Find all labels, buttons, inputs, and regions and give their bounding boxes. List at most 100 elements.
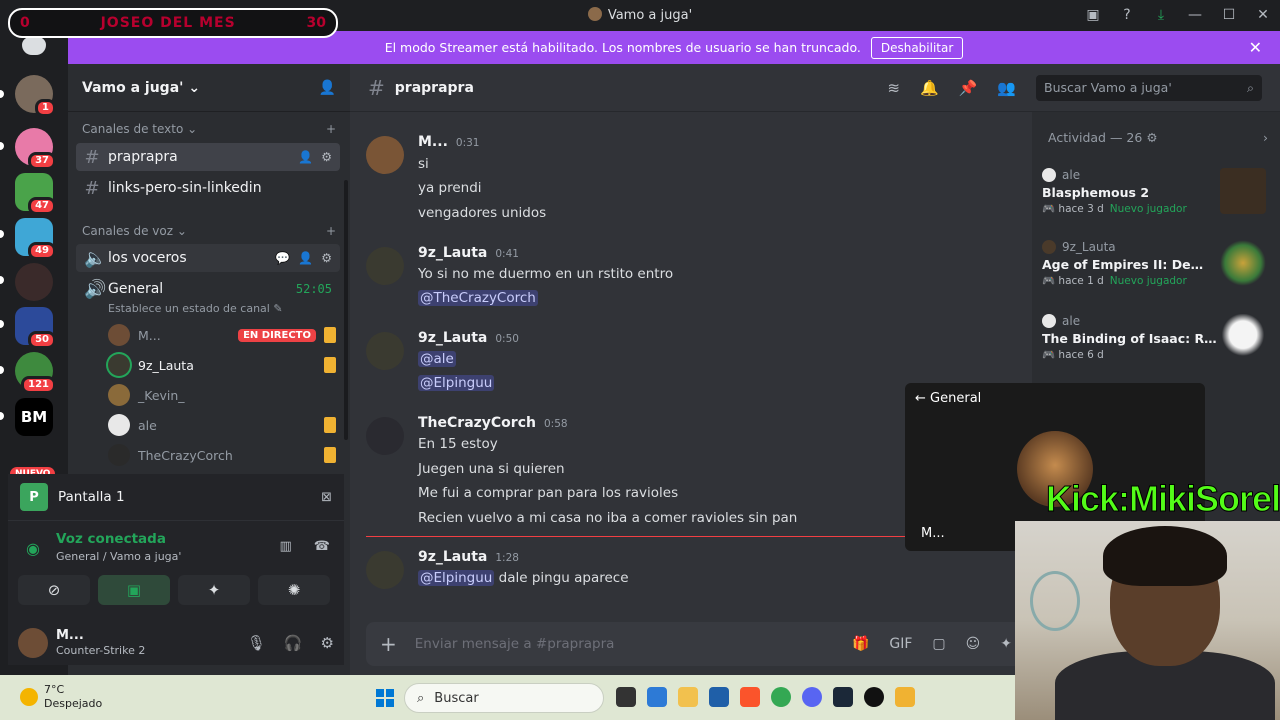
- sticker-icon[interactable]: ▢: [932, 636, 945, 652]
- server-icon[interactable]: BM: [15, 398, 53, 436]
- popout-back[interactable]: ← General: [915, 391, 981, 406]
- user-info[interactable]: M... Counter-Strike 2: [56, 628, 145, 658]
- camera-off-button[interactable]: ⊘: [18, 575, 90, 605]
- server-icon[interactable]: 37: [15, 128, 56, 170]
- avatar[interactable]: [18, 627, 48, 658]
- discord-icon[interactable]: [802, 687, 822, 707]
- maximize-icon[interactable]: ☐: [1212, 7, 1246, 23]
- steam-icon[interactable]: [833, 687, 853, 707]
- disconnect-icon[interactable]: ☎: [314, 539, 330, 554]
- server-icon[interactable]: 49: [15, 218, 56, 260]
- members-icon[interactable]: 👥: [997, 79, 1016, 97]
- apps-icon[interactable]: ✦: [1000, 636, 1012, 652]
- avatar[interactable]: [366, 551, 404, 589]
- stop-stream-icon[interactable]: ⊠: [321, 490, 332, 505]
- gif-icon[interactable]: GIF: [889, 636, 912, 652]
- disable-streamer-button[interactable]: Deshabilitar: [870, 36, 964, 59]
- message-mention[interactable]: @Elpinguu: [418, 375, 495, 391]
- voice-channel-general[interactable]: 🔊 General 52:05: [76, 275, 340, 303]
- discord-home-icon[interactable]: [15, 35, 53, 59]
- voice-user[interactable]: 9z_Lauta: [108, 354, 336, 376]
- gear-icon[interactable]: ⚙: [321, 150, 332, 164]
- close-icon[interactable]: ✕: [1249, 38, 1262, 57]
- soundboard-button[interactable]: ✺: [258, 575, 330, 605]
- server-icon[interactable]: 50: [15, 307, 56, 349]
- voice-user[interactable]: _Kevin_: [108, 384, 336, 406]
- invite-icon[interactable]: 👤: [298, 150, 313, 164]
- message-author[interactable]: 9z_Lauta: [418, 330, 487, 346]
- channel-praprapra[interactable]: # praprapra 👤 ⚙: [76, 143, 340, 171]
- avatar[interactable]: [366, 247, 404, 285]
- store-icon[interactable]: [647, 687, 667, 707]
- server-icon[interactable]: 121: [15, 352, 56, 394]
- headphones-icon[interactable]: 🎧: [284, 634, 303, 652]
- help-icon[interactable]: ?: [1110, 7, 1144, 23]
- close-icon[interactable]: ✕: [1246, 7, 1280, 23]
- chevron-right-icon[interactable]: ›: [1263, 130, 1268, 145]
- inbox-icon[interactable]: ▣: [1076, 7, 1110, 23]
- download-icon[interactable]: ⤓: [1144, 7, 1178, 23]
- screen-share-button[interactable]: ▣: [98, 575, 170, 605]
- invite-icon[interactable]: 👤: [298, 251, 313, 265]
- chrome-icon[interactable]: [771, 687, 791, 707]
- stream-app-icon: P: [20, 483, 48, 511]
- obs-icon[interactable]: [864, 687, 884, 707]
- text-category[interactable]: Canales de texto ⌄ +: [82, 122, 336, 136]
- avatar[interactable]: [366, 332, 404, 370]
- app-icon[interactable]: [895, 687, 915, 707]
- taskbar-search[interactable]: ⌕ Buscar: [404, 683, 604, 713]
- activity-card[interactable]: ale Blasphemous 2 🎮 hace 3 d Nuevo jugado…: [1042, 168, 1270, 228]
- threads-icon[interactable]: ≋: [887, 79, 900, 97]
- task-view-icon[interactable]: [616, 687, 636, 707]
- voice-user[interactable]: ale: [108, 414, 336, 436]
- microphone-icon[interactable]: 🎙: [247, 634, 266, 652]
- search-input[interactable]: Buscar Vamo a juga' ⌕: [1036, 74, 1262, 101]
- channel-status[interactable]: Establece un estado de canal ✎: [108, 302, 283, 315]
- message-author[interactable]: 9z_Lauta: [418, 549, 487, 565]
- bell-icon[interactable]: 🔔: [920, 79, 939, 97]
- voice-user[interactable]: TheCrazyCorch: [108, 444, 336, 466]
- emoji-icon[interactable]: ☺: [966, 636, 981, 652]
- game-art: [1220, 240, 1266, 286]
- attach-icon[interactable]: +: [380, 632, 397, 656]
- gear-icon[interactable]: ⚙: [321, 634, 334, 652]
- activity-card[interactable]: 9z_Lauta Age of Empires II: Definitiv...…: [1042, 240, 1270, 300]
- voice-category[interactable]: Canales de voz ⌄ +: [82, 224, 336, 238]
- noise-suppression-icon[interactable]: ▥: [280, 539, 292, 554]
- activity-card[interactable]: ale The Binding of Isaac: Rebirth 🎮 hace…: [1042, 314, 1270, 374]
- server-icon[interactable]: 47: [15, 173, 56, 215]
- app-icon[interactable]: [709, 687, 729, 707]
- voice-channel-los-voceros[interactable]: 🔈 los voceros 💬 👤 ⚙: [76, 244, 340, 272]
- chat-icon[interactable]: 💬: [275, 251, 290, 265]
- avatar[interactable]: [366, 417, 404, 455]
- message-composer[interactable]: + Enviar mensaje a #praprapra 🎁 GIF ▢ ☺ …: [366, 622, 1026, 666]
- minimize-icon[interactable]: —: [1178, 7, 1212, 23]
- message-author[interactable]: TheCrazyCorch: [418, 415, 536, 431]
- start-icon[interactable]: [376, 689, 394, 707]
- add-channel-icon[interactable]: +: [326, 224, 336, 238]
- pin-icon[interactable]: 📌: [959, 79, 978, 97]
- gift-icon[interactable]: 🎁: [852, 636, 869, 652]
- gear-icon[interactable]: ⚙: [321, 251, 332, 265]
- activities-button[interactable]: ✦: [178, 575, 250, 605]
- gear-icon[interactable]: ⚙: [1146, 130, 1157, 145]
- add-channel-icon[interactable]: +: [326, 122, 336, 136]
- server-header[interactable]: Vamo a juga' ⌄ 👤: [68, 64, 350, 112]
- voice-user[interactable]: M... EN DIRECTO: [108, 324, 336, 346]
- weather-widget[interactable]: 7°C Despejado: [20, 683, 102, 711]
- server-icon[interactable]: 1: [15, 75, 56, 117]
- invite-icon[interactable]: 👤: [319, 80, 336, 96]
- mention-badge: 37: [28, 152, 56, 170]
- channel-links[interactable]: # links-pero-sin-linkedin: [76, 174, 340, 202]
- message-author[interactable]: M...: [418, 134, 448, 150]
- signal-icon[interactable]: ◉: [26, 539, 40, 558]
- brave-icon[interactable]: [740, 687, 760, 707]
- scrollbar[interactable]: [344, 180, 348, 440]
- message-mention[interactable]: @ale: [418, 351, 456, 367]
- voice-location[interactable]: General / Vamo a juga': [56, 550, 181, 563]
- folder-icon[interactable]: [678, 687, 698, 707]
- message-mention[interactable]: @TheCrazyCorch: [418, 290, 538, 306]
- message-author[interactable]: 9z_Lauta: [418, 245, 487, 261]
- avatar[interactable]: [366, 136, 404, 174]
- server-icon[interactable]: [15, 263, 53, 301]
